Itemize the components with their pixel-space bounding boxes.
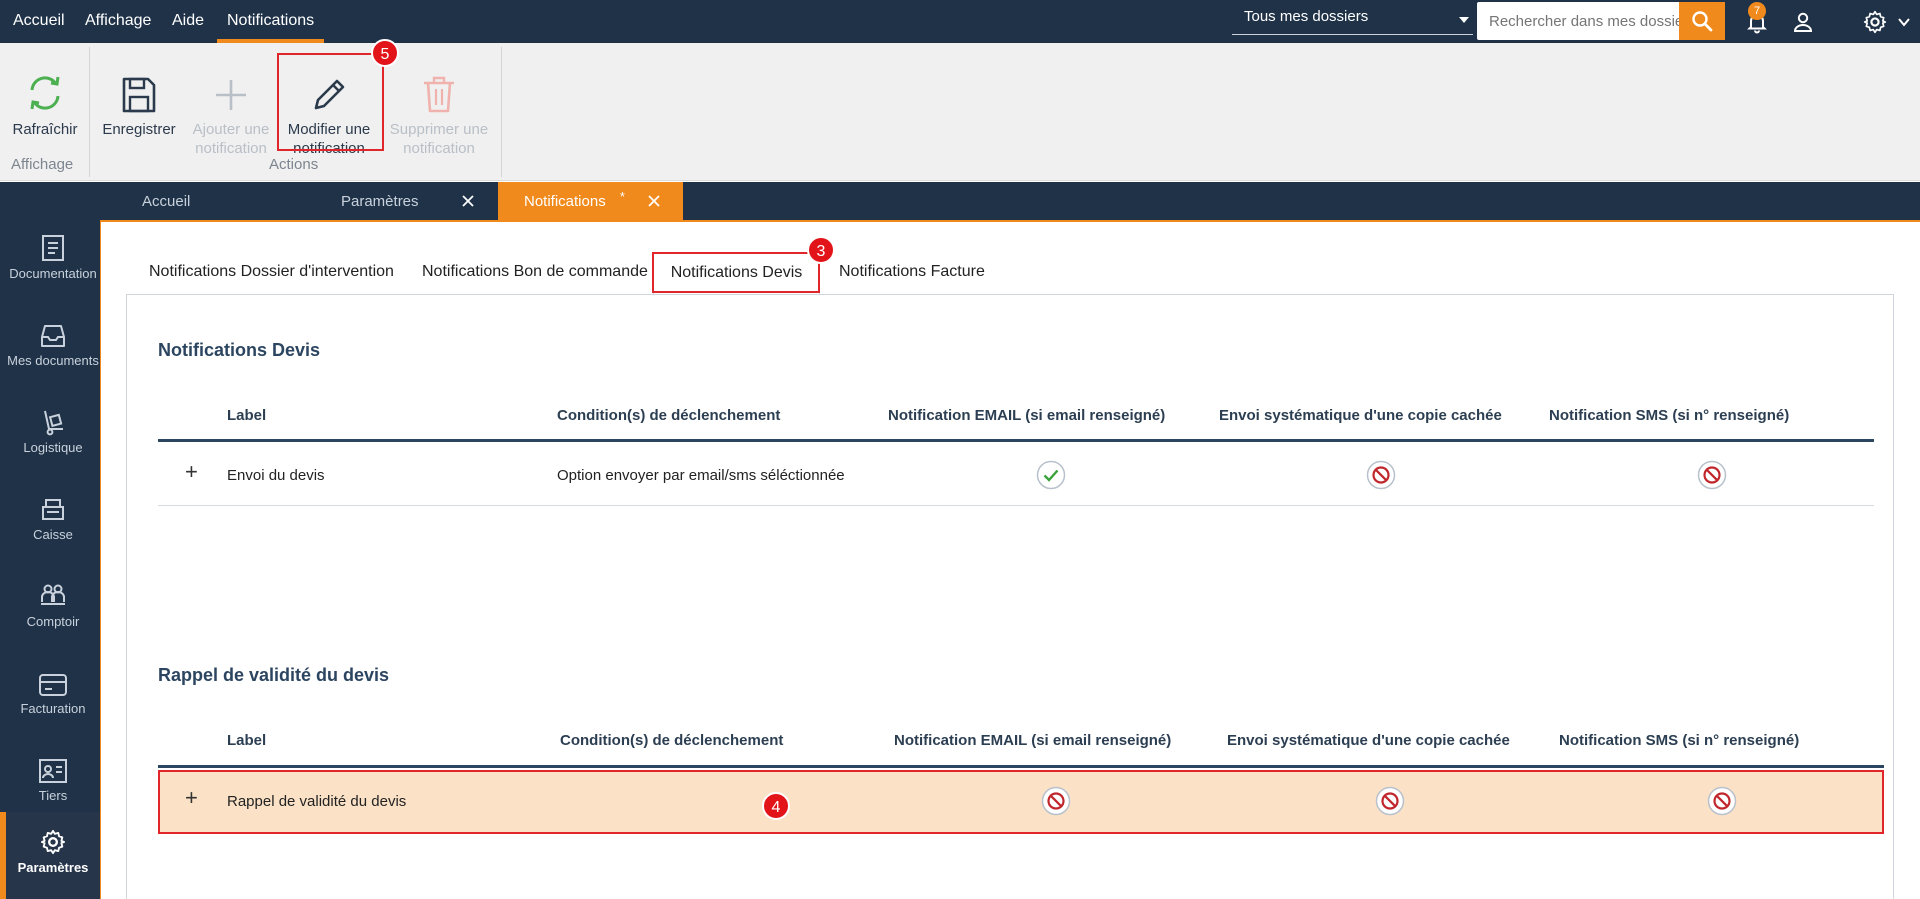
- refresh-button[interactable]: Rafraîchir: [8, 64, 82, 139]
- sidebar-item-label: Tiers: [38, 788, 68, 803]
- table-row-selected[interactable]: [158, 770, 1884, 834]
- column-header-label: Label: [227, 732, 267, 749]
- sidebar-item-label: Mes documents: [7, 353, 99, 368]
- sidebar-item-label: Caisse: [33, 527, 73, 542]
- column-header-condition: Condition(s) de déclenchement: [557, 407, 781, 424]
- settings-dropdown-button[interactable]: [1892, 0, 1916, 43]
- search-icon: [1692, 11, 1713, 32]
- trash-icon: [384, 64, 494, 114]
- column-header-bcc: Envoi systématique d'une copie cachée: [1227, 732, 1510, 749]
- sidebar-item-comptoir[interactable]: Comptoir: [6, 566, 100, 653]
- tab-accueil-label: Accueil: [142, 193, 191, 210]
- gear-icon: [6, 812, 100, 856]
- step-badge: 3: [807, 236, 835, 264]
- add-notification-button[interactable]: Ajouter une notification: [188, 64, 274, 158]
- tab-parametres-label: Paramètres: [341, 193, 419, 210]
- blocked-circle-icon: [1366, 460, 1396, 490]
- tab-notifications-dossier-intervention[interactable]: Notifications Dossier d'intervention: [149, 255, 394, 291]
- sidebar-item-documentation[interactable]: Documentation: [6, 218, 100, 305]
- sidebar-item-facturation[interactable]: Facturation: [6, 653, 100, 740]
- chevron-down-icon: [1898, 17, 1910, 27]
- highlight-box-edit-button: [277, 53, 384, 151]
- sidebar-item-label: Comptoir: [26, 614, 80, 629]
- plus-icon: [188, 64, 274, 114]
- credit-card-icon: [6, 653, 100, 697]
- sidebar-item-mes-documents[interactable]: Mes documents: [6, 305, 100, 392]
- delete-notification-button[interactable]: Supprimer une notification: [384, 64, 494, 158]
- menu-accueil[interactable]: Accueil: [13, 0, 65, 43]
- document-icon: [6, 218, 100, 262]
- tab-notifications-label: Notifications: [524, 193, 606, 210]
- row-divider: [158, 505, 1874, 506]
- tab-notifications-bon-de-commande[interactable]: Notifications Bon de commande: [422, 255, 648, 291]
- close-icon[interactable]: [646, 193, 662, 214]
- row-label: Envoi du devis: [227, 467, 325, 484]
- menu-notifications[interactable]: Notifications: [216, 0, 325, 43]
- check-circle-icon: [1036, 460, 1066, 490]
- cash-register-icon: [6, 479, 100, 523]
- blocked-circle-icon: [1707, 786, 1737, 816]
- ribbon-group-actions-label: Actions: [269, 156, 319, 173]
- blocked-circle-icon: [1041, 786, 1071, 816]
- column-header-condition: Condition(s) de déclenchement: [560, 732, 784, 749]
- save-icon: [100, 64, 178, 114]
- expand-row-button[interactable]: +: [185, 459, 198, 485]
- section-title: Notifications Devis: [158, 340, 321, 360]
- menu-aide[interactable]: Aide: [172, 0, 204, 43]
- user-account-button[interactable]: [1786, 0, 1820, 43]
- highlight-box-devis-tab: [652, 252, 820, 293]
- people-icon: [6, 566, 100, 610]
- column-header-email: Notification EMAIL (si email renseigné): [894, 732, 1172, 749]
- search-input[interactable]: [1477, 2, 1679, 40]
- column-header-email: Notification EMAIL (si email renseigné): [888, 407, 1166, 424]
- sidebar-item-label: Facturation: [20, 701, 86, 716]
- search-box[interactable]: [1477, 2, 1679, 40]
- settings-button[interactable]: [1858, 0, 1892, 43]
- ribbon-separator: [501, 47, 502, 177]
- column-header-label: Label: [227, 407, 267, 424]
- sidebar-item-label: Documentation: [9, 266, 97, 281]
- header-divider: [158, 439, 1874, 442]
- column-header-sms: Notification SMS (si n° renseigné): [1559, 732, 1800, 749]
- tab-accueil[interactable]: Accueil: [142, 182, 322, 222]
- inbox-icon: [6, 305, 100, 349]
- add-notification-label: Ajouter une notification: [192, 121, 270, 157]
- close-icon[interactable]: [460, 193, 476, 214]
- section-title: Rappel de validité du devis: [158, 665, 390, 685]
- notification-count-badge: 7: [1748, 2, 1766, 20]
- row-label: Rappel de validité du devis: [227, 793, 407, 810]
- unsaved-marker: *: [619, 189, 625, 204]
- save-label: Enregistrer: [102, 121, 176, 138]
- sidebar-item-logistique[interactable]: Logistique: [6, 392, 100, 479]
- user-icon: [1793, 12, 1813, 32]
- sidebar-item-label: Logistique: [23, 440, 83, 455]
- menu-affichage[interactable]: Affichage: [85, 0, 151, 43]
- blocked-circle-icon: [1697, 460, 1727, 490]
- column-header-sms: Notification SMS (si n° renseigné): [1549, 407, 1790, 424]
- hand-truck-icon: [6, 392, 100, 436]
- refresh-icon: [8, 64, 82, 114]
- header-divider: [158, 765, 1884, 768]
- delete-notification-label: Supprimer une notification: [389, 121, 489, 157]
- dossier-select-value: Tous mes dossiers: [1244, 8, 1369, 25]
- ribbon-separator: [89, 47, 90, 177]
- chevron-down-icon: [1459, 17, 1469, 23]
- dossier-select[interactable]: Tous mes dossiers: [1232, 5, 1473, 35]
- step-badge: 5: [371, 39, 399, 67]
- sidebar-item-caisse[interactable]: Caisse: [6, 479, 100, 566]
- blocked-circle-icon: [1375, 786, 1405, 816]
- refresh-label: Rafraîchir: [12, 121, 78, 138]
- save-button[interactable]: Enregistrer: [100, 64, 178, 139]
- search-button[interactable]: [1679, 2, 1725, 40]
- expand-row-button[interactable]: +: [185, 785, 198, 811]
- tab-notifications-facture[interactable]: Notifications Facture: [839, 255, 985, 291]
- row-condition: Option envoyer par email/sms séléctionné…: [557, 467, 845, 484]
- sidebar-item-parametres[interactable]: Paramètres: [6, 812, 100, 899]
- column-header-bcc: Envoi systématique d'une copie cachée: [1219, 407, 1502, 424]
- contact-card-icon: [6, 740, 100, 784]
- ribbon-group-display-label: Affichage: [11, 156, 74, 173]
- step-badge: 4: [762, 792, 790, 820]
- sidebar-item-label: Paramètres: [17, 860, 89, 875]
- gear-icon: [1863, 10, 1887, 33]
